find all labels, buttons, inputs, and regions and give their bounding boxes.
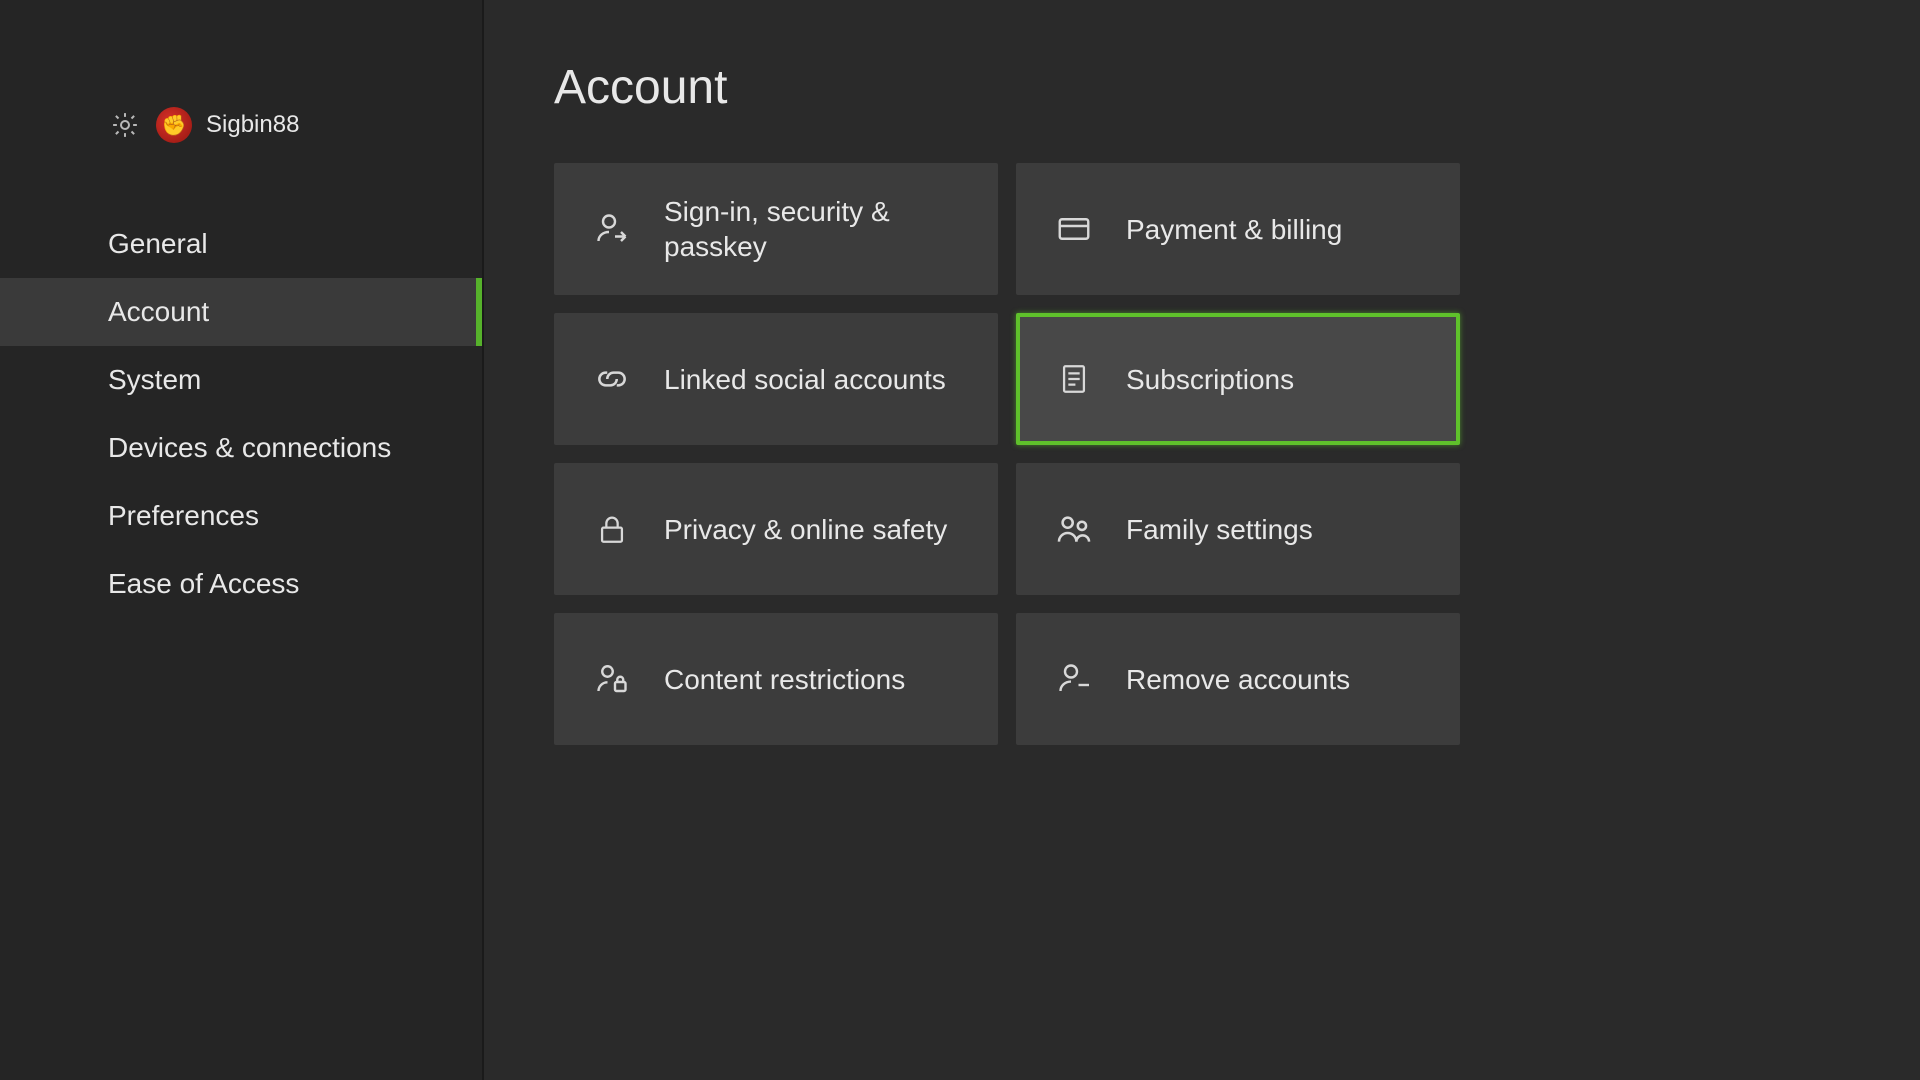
page-title: Account xyxy=(554,60,1920,115)
tile-privacy-safety[interactable]: Privacy & online safety xyxy=(554,463,998,595)
sidebar-item-system[interactable]: System xyxy=(0,346,482,414)
sidebar-item-label: General xyxy=(108,228,208,259)
username: Sigbin88 xyxy=(206,111,299,139)
tile-label: Linked social accounts xyxy=(664,362,946,397)
sidebar-item-label: Devices & connections xyxy=(108,432,391,463)
gear-icon xyxy=(108,108,142,142)
receipt-icon xyxy=(1054,359,1094,399)
tile-linked-social[interactable]: Linked social accounts xyxy=(554,313,998,445)
people-icon xyxy=(1054,509,1094,549)
tile-label: Privacy & online safety xyxy=(664,512,947,547)
tiles-grid: Sign-in, security & passkey Payment & bi… xyxy=(554,163,1920,745)
sidebar: ✊ Sigbin88 General Account System Device… xyxy=(0,0,484,1080)
sidebar-item-devices[interactable]: Devices & connections xyxy=(0,414,482,482)
tile-family-settings[interactable]: Family settings xyxy=(1016,463,1460,595)
tile-payment-billing[interactable]: Payment & billing xyxy=(1016,163,1460,295)
sidebar-item-general[interactable]: General xyxy=(0,210,482,278)
main-content: Account Sign-in, security & passkey Paym… xyxy=(484,0,1920,1080)
sidebar-item-label: Ease of Access xyxy=(108,568,299,599)
tile-label: Subscriptions xyxy=(1126,362,1294,397)
sidebar-item-label: Preferences xyxy=(108,500,259,531)
credit-card-icon xyxy=(1054,209,1094,249)
tile-content-restrictions[interactable]: Content restrictions xyxy=(554,613,998,745)
tile-label: Payment & billing xyxy=(1126,212,1342,247)
person-minus-icon xyxy=(1054,659,1094,699)
sidebar-nav: General Account System Devices & connect… xyxy=(0,210,482,618)
tile-remove-accounts[interactable]: Remove accounts xyxy=(1016,613,1460,745)
person-arrow-icon xyxy=(592,209,632,249)
sidebar-item-ease-of-access[interactable]: Ease of Access xyxy=(0,550,482,618)
sidebar-item-preferences[interactable]: Preferences xyxy=(0,482,482,550)
tile-signin-security[interactable]: Sign-in, security & passkey xyxy=(554,163,998,295)
lock-icon xyxy=(592,509,632,549)
sidebar-item-label: System xyxy=(108,364,201,395)
person-lock-icon xyxy=(592,659,632,699)
link-icon xyxy=(592,359,632,399)
tile-label: Sign-in, security & passkey xyxy=(664,194,960,264)
tile-label: Remove accounts xyxy=(1126,662,1350,697)
sidebar-header: ✊ Sigbin88 xyxy=(0,0,482,170)
sidebar-item-account[interactable]: Account xyxy=(0,278,482,346)
sidebar-item-label: Account xyxy=(108,296,209,327)
avatar: ✊ xyxy=(156,107,192,143)
tile-label: Content restrictions xyxy=(664,662,905,697)
tile-subscriptions[interactable]: Subscriptions xyxy=(1016,313,1460,445)
tile-label: Family settings xyxy=(1126,512,1313,547)
